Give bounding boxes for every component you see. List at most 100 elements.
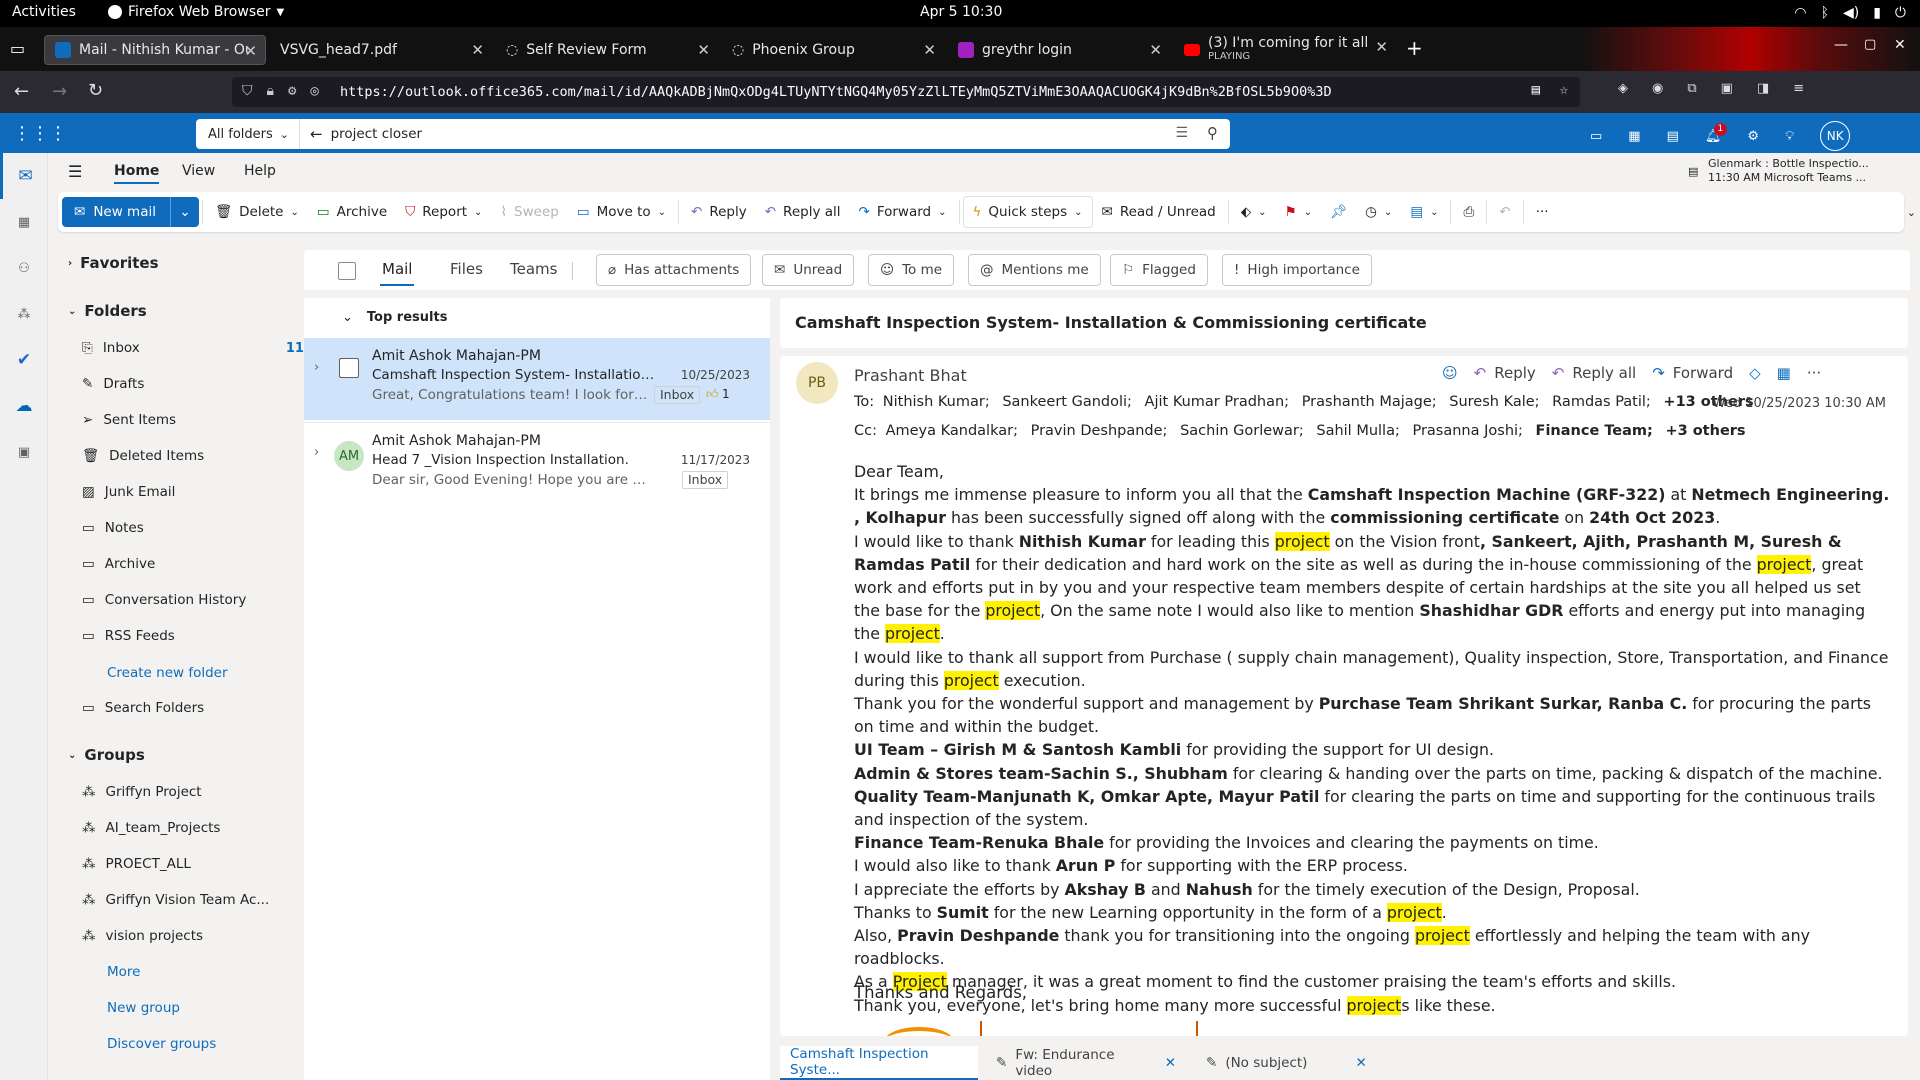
new-tab-icon[interactable]: + <box>1406 36 1423 60</box>
teams-icon[interactable]: ▦ <box>1628 129 1640 144</box>
todo-icon[interactable]: ✔ <box>0 337 48 383</box>
tab-help[interactable]: Help <box>244 163 276 179</box>
maximize-icon[interactable]: ▢ <box>1864 37 1876 52</box>
recipient[interactable]: Pravin Deshpande; <box>1031 423 1168 439</box>
archive-button[interactable]: ▭ Archive <box>308 196 396 228</box>
draft-tab[interactable]: ✎ Fw: Endurance video ✕ <box>986 1046 1186 1080</box>
close-tab-icon[interactable]: ✕ <box>1149 41 1162 59</box>
recipient[interactable]: Prasanna Joshi; <box>1412 423 1522 439</box>
close-tab-icon[interactable]: ✕ <box>471 41 484 59</box>
recipient[interactable]: Sankeert Gandoli; <box>1002 394 1132 410</box>
notifications-icon[interactable]: 🔔︎ 1 <box>1705 122 1727 144</box>
settings-icon[interactable]: ⚙ <box>1747 129 1759 144</box>
reader-view-icon[interactable]: ▤ <box>1532 82 1540 98</box>
expand-chevron-icon[interactable]: › <box>314 360 319 375</box>
recipient[interactable]: Ameya Kandalkar; <box>886 423 1018 439</box>
discover-groups-link[interactable]: Discover groups <box>107 1036 216 1052</box>
filter-to-me[interactable]: ☺ To me <box>868 254 955 286</box>
lock-icon[interactable]: 🔒︎ <box>267 83 274 99</box>
flag-button[interactable]: ⚑ ⌄ <box>1276 196 1322 228</box>
select-checkbox[interactable] <box>339 358 359 378</box>
forward-icon[interactable]: → <box>52 81 67 102</box>
people-icon[interactable]: ⚇ <box>0 245 48 291</box>
recipient-group[interactable]: Finance Team; <box>1536 423 1653 439</box>
select-all-checkbox[interactable] <box>338 262 356 280</box>
tab-pdf[interactable]: VSVG_head7.pdf ✕ <box>270 35 492 65</box>
new-group-link[interactable]: New group <box>107 1000 180 1016</box>
move-to-button[interactable]: ▭ Move to ⌄ <box>568 196 675 228</box>
close-window-icon[interactable]: ✕ <box>1894 37 1906 53</box>
folder-rss-feeds[interactable]: ▭ RSS Feeds <box>82 628 324 644</box>
more-groups-link[interactable]: More <box>107 964 140 980</box>
pocket-icon[interactable]: ◈ <box>1618 81 1628 96</box>
folder-search-folders[interactable]: ▭ Search Folders <box>82 700 324 716</box>
new-mail-dropdown[interactable]: ⌄ <box>171 204 199 220</box>
folder-deleted-items[interactable]: 🗑︎ Deleted Items <box>82 448 324 464</box>
shield-icon[interactable]: ⛉ <box>242 83 253 99</box>
tab-outlook[interactable]: Mail - Nithish Kumar - Ou ✕ <box>44 35 266 65</box>
tab-mail[interactable]: Mail <box>380 260 415 286</box>
more-options-button[interactable]: ··· <box>1527 196 1558 228</box>
activities-button[interactable]: Activities <box>12 4 76 20</box>
reload-icon[interactable]: ↻ <box>88 80 103 101</box>
folders-header[interactable]: ⌄ Folders <box>68 302 147 320</box>
sender-name[interactable]: Prashant Bhat <box>854 366 967 385</box>
menu-icon[interactable]: ≡ <box>1793 81 1804 96</box>
meeting-reminder[interactable]: ▤ Glenmark : Bottle Inspectio... 11:30 A… <box>1688 157 1869 185</box>
top-results-header[interactable]: ⌄ Top results <box>342 310 447 325</box>
minimize-icon[interactable]: — <box>1834 37 1848 53</box>
draft-tab[interactable]: Camshaft Inspection Syste... <box>780 1046 978 1080</box>
tab-files[interactable]: Files <box>450 260 483 278</box>
tab-home[interactable]: Home <box>114 163 160 184</box>
filter-has-attachments[interactable]: ⌀ Has attachments <box>596 254 752 286</box>
back-icon[interactable]: ← <box>14 81 29 102</box>
forward-button[interactable]: ↷ Forward <box>1652 364 1733 382</box>
filter-mentions-me[interactable]: @ Mentions me <box>968 254 1101 286</box>
system-tray[interactable]: ◠ ᛒ ◀) ▮ ⏻ <box>1794 5 1906 21</box>
more-icon[interactable]: ··· <box>1807 364 1821 382</box>
app-launcher-icon[interactable]: ⋮⋮⋮ <box>13 123 67 144</box>
group-item[interactable]: ⁂Griffyn Project8 <box>82 784 324 800</box>
tab-teams[interactable]: Teams <box>510 260 557 278</box>
favorites-header[interactable]: › Favorites <box>68 254 159 272</box>
close-icon[interactable]: ✕ <box>1355 1055 1366 1071</box>
folder-sent-items[interactable]: ➢Sent Items1 <box>82 412 324 428</box>
reply-all-button[interactable]: ↶ Reply all <box>1552 364 1636 382</box>
onedrive-icon[interactable]: ☁ <box>0 383 48 429</box>
rules-button[interactable]: ▤ ⌄ <box>1401 196 1447 228</box>
more-recipients[interactable]: +3 others <box>1665 423 1745 439</box>
forward-button[interactable]: ↷ Forward ⌄ <box>850 196 956 228</box>
filter-flagged[interactable]: ⚐ Flagged <box>1110 254 1208 286</box>
location-icon[interactable]: ◎ <box>310 83 318 99</box>
recipient[interactable]: Ramdas Patil; <box>1552 394 1651 410</box>
meet-now-icon[interactable]: ▭ <box>1590 129 1602 144</box>
tab-list-icon[interactable]: ▭ <box>10 39 25 58</box>
tips-icon[interactable]: 💡︎ <box>1785 129 1794 144</box>
report-button[interactable]: ⛉ Report ⌄ <box>396 196 491 228</box>
groups-header[interactable]: ⌄ Groups <box>68 746 145 764</box>
apps-icon[interactable]: ▦ <box>1777 364 1791 382</box>
reply-button[interactable]: ↶ Reply <box>1474 364 1536 382</box>
folder-drafts[interactable]: ✎Drafts1 <box>82 376 324 392</box>
reply-button[interactable]: ↶ Reply <box>682 196 756 228</box>
back-arrow-icon[interactable]: ← <box>310 125 323 143</box>
search-box[interactable]: All folders ⌄ ← project closer ☰ ⚲ <box>196 119 1230 149</box>
folder-inbox[interactable]: ⎘Inbox1174 <box>82 340 324 356</box>
group-item[interactable]: ⁂vision projects1 <box>82 928 324 944</box>
more-apps-icon[interactable]: ▣ <box>0 429 48 475</box>
print-button[interactable]: ⎙ <box>1454 196 1483 228</box>
group-item[interactable]: ⁂AI_team_Projects2 <box>82 820 324 836</box>
clock[interactable]: Apr 5 10:30 <box>920 4 1002 20</box>
recipient[interactable]: Ajit Kumar Pradhan; <box>1145 394 1290 410</box>
filter-high-importance[interactable]: ! High importance <box>1222 254 1372 286</box>
filter-icon[interactable]: ☰ <box>1175 125 1188 141</box>
group-item[interactable]: ⁂PROECT_ALL1 <box>82 856 324 872</box>
list-item[interactable]: › AM Amit Ashok Mahajan-PM Head 7 _Visio… <box>304 422 770 504</box>
pin-button[interactable]: 📌︎ <box>1321 196 1356 228</box>
folder-junk-email[interactable]: ▨Junk Email2 <box>82 484 324 500</box>
close-tab-icon[interactable]: ✕ <box>244 42 257 60</box>
collapse-ribbon-icon[interactable]: ⌄ <box>1907 206 1916 219</box>
list-item[interactable]: › Amit Ashok Mahajan-PM Camshaft Inspect… <box>304 338 770 420</box>
new-mail-button[interactable]: ✉ New mail <box>62 197 171 227</box>
recipient[interactable]: Suresh Kale; <box>1449 394 1539 410</box>
